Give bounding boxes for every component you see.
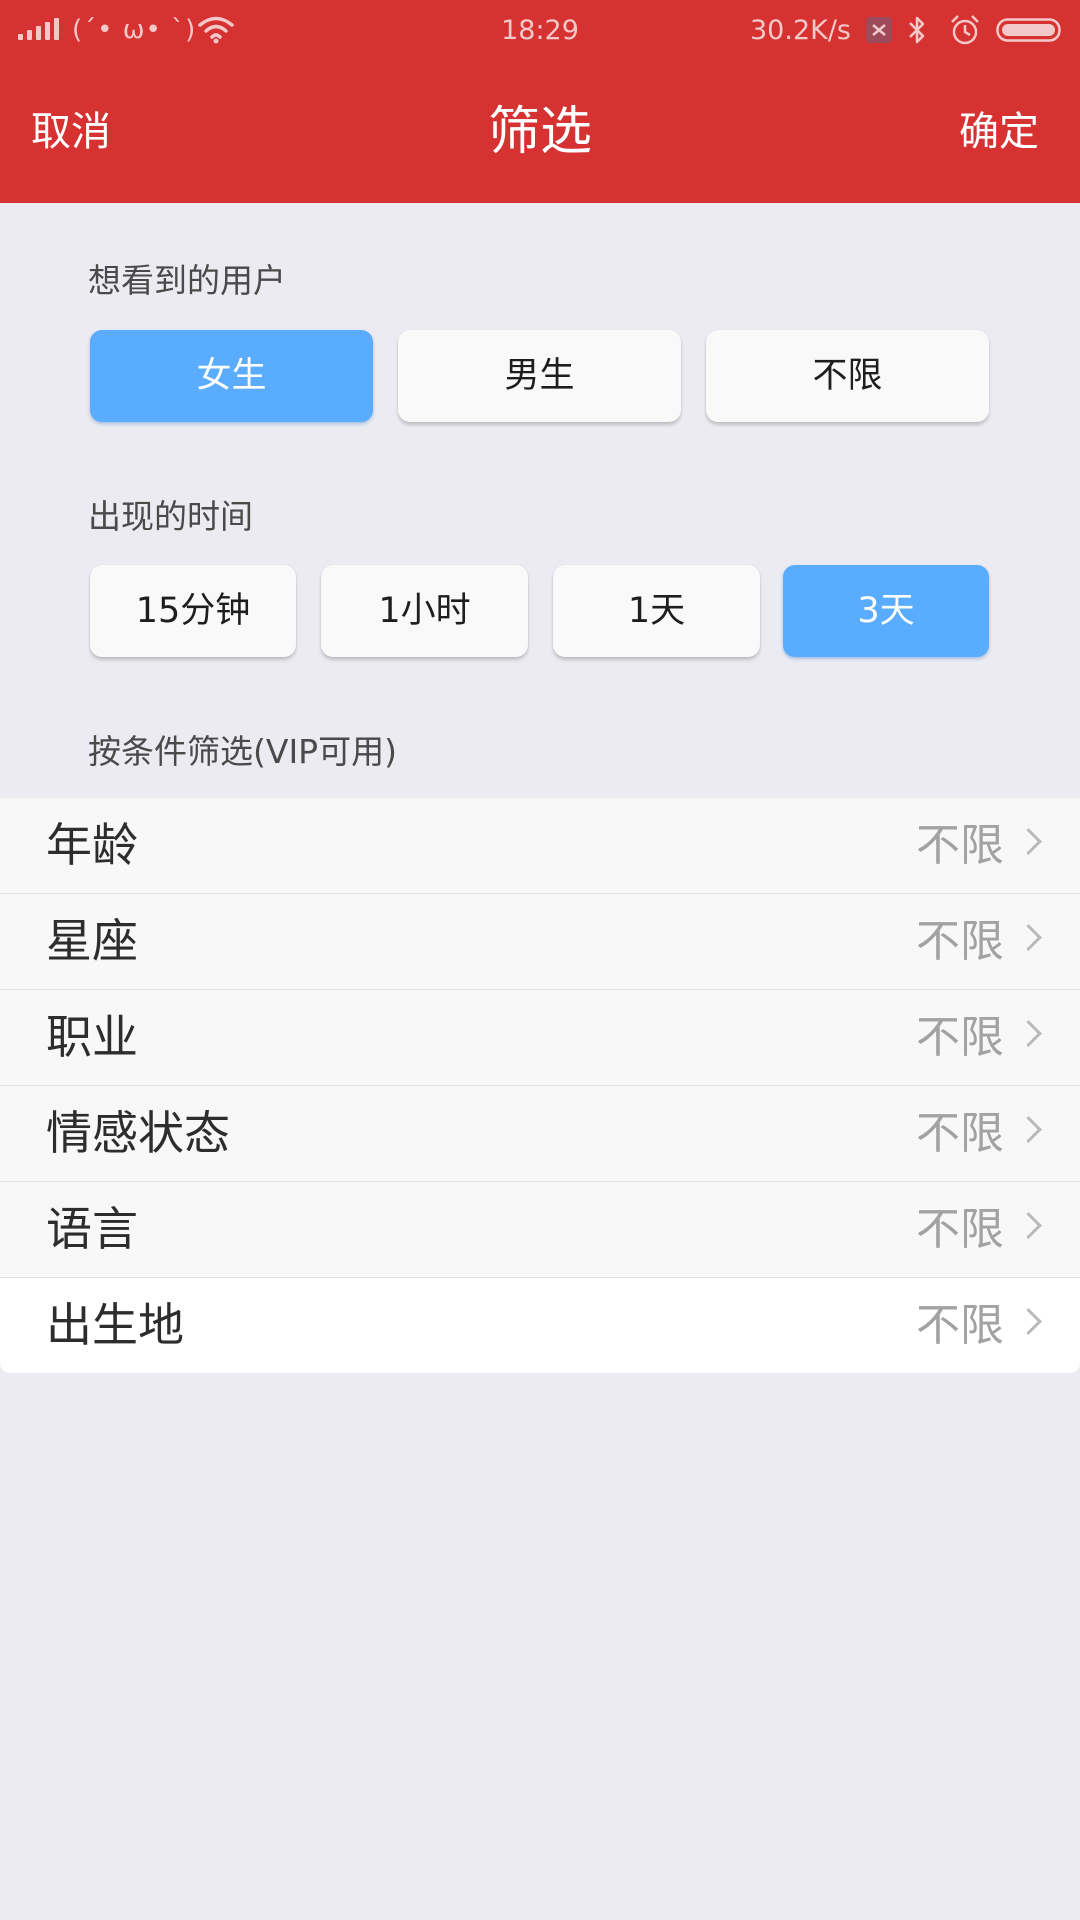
filter-label: 出生地 <box>46 1298 184 1352</box>
battery-icon <box>996 0 1064 60</box>
filter-value: 不限 <box>916 1012 1004 1063</box>
gender-options: 女生 男生 不限 <box>90 330 990 422</box>
filter-value: 不限 <box>916 916 1004 967</box>
chevron-right-icon <box>1015 1020 1042 1047</box>
filter-label: 星座 <box>46 914 138 968</box>
gender-section-label: 想看到的用户 <box>88 261 286 300</box>
filter-value: 不限 <box>916 1108 1004 1159</box>
filter-list: 年龄 不限 星座 不限 职业 不限 情感状态 不限 语言 不限 出生地 不限 <box>0 798 1080 1373</box>
alarm-icon <box>948 0 982 60</box>
sim-card-icon <box>864 0 894 60</box>
confirm-button[interactable]: 确定 <box>959 100 1039 164</box>
filter-label: 年龄 <box>46 818 138 872</box>
filter-value: 不限 <box>916 1204 1004 1255</box>
chevron-right-icon <box>1015 828 1042 855</box>
time-option-1day[interactable]: 1天 <box>553 565 760 657</box>
filter-row-age[interactable]: 年龄 不限 <box>0 798 1080 894</box>
filter-label: 职业 <box>46 1010 138 1064</box>
time-option-1hour[interactable]: 1小时 <box>321 565 528 657</box>
chevron-right-icon <box>1015 924 1042 951</box>
page-title: 筛选 <box>487 102 592 162</box>
chevron-right-icon <box>1015 1308 1042 1335</box>
time-options: 15分钟 1小时 1天 3天 <box>90 565 990 657</box>
bluetooth-icon <box>906 0 928 60</box>
filter-row-zodiac[interactable]: 星座 不限 <box>0 894 1080 990</box>
filter-row-relationship[interactable]: 情感状态 不限 <box>0 1086 1080 1182</box>
network-speed: 30.2K/s <box>750 14 851 46</box>
gender-option-male[interactable]: 男生 <box>398 330 681 422</box>
status-bar: (´• ω• `) 18:29 30.2K/s <box>0 0 1080 60</box>
filter-row-birthplace[interactable]: 出生地 不限 <box>0 1278 1080 1373</box>
filter-row-language[interactable]: 语言 不限 <box>0 1182 1080 1278</box>
filter-label: 语言 <box>46 1202 138 1256</box>
chevron-right-icon <box>1015 1116 1042 1143</box>
gender-option-any[interactable]: 不限 <box>706 330 989 422</box>
time-section-label: 出现的时间 <box>88 497 253 536</box>
filter-value: 不限 <box>916 1300 1004 1351</box>
filter-value: 不限 <box>916 820 1004 871</box>
chevron-right-icon <box>1015 1212 1042 1239</box>
filter-label: 情感状态 <box>46 1106 230 1160</box>
condition-section-label: 按条件筛选(VIP可用) <box>88 732 397 771</box>
filter-row-occupation[interactable]: 职业 不限 <box>0 990 1080 1086</box>
gender-option-female[interactable]: 女生 <box>90 330 373 422</box>
header: (´• ω• `) 18:29 30.2K/s 取消 筛选 确定 <box>0 0 1080 203</box>
time-option-3days[interactable]: 3天 <box>783 565 989 657</box>
time-option-15min[interactable]: 15分钟 <box>90 565 296 657</box>
